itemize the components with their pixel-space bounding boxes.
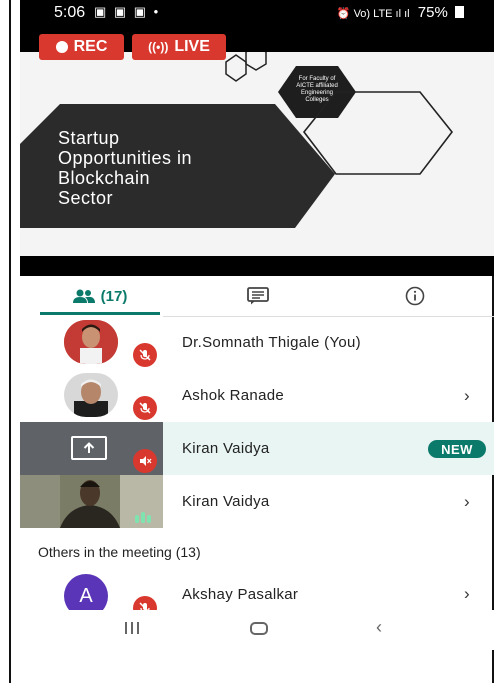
hex-outline-large [302,91,454,175]
badge-line: AICTE affiliated [296,83,338,89]
mic-off-icon [133,396,157,420]
hex-outline-small-2 [245,52,267,71]
live-label: LIVE [174,38,210,55]
tab-info[interactable] [378,276,452,316]
participant-name: Dr.Somnath Thigale (You) [182,334,361,351]
slide-title-line: Opportunities in [58,148,193,168]
tab-bar: (17) [20,276,494,317]
signal-icons: ⏰ Vo) LTE ıl ıl [336,8,410,20]
speaking-indicator-icon [135,511,151,523]
back-icon[interactable]: ‹ [376,617,382,638]
slide-badge-text: For Faculty of AICTE affiliated Engineer… [282,76,352,104]
participant-row[interactable]: Dr.Somnath Thigale (You) [20,316,494,369]
slide-title-line: Blockchain [58,168,151,188]
live-broadcast-icon: ((•)) [148,40,169,54]
people-count: (17) [100,287,128,305]
live-button[interactable]: ((•)) LIVE [132,34,226,60]
participant-row[interactable]: A Akshay Pasalkar › [20,568,494,610]
chat-icon [247,287,269,305]
notification-icons: ▣ ▣ ▣ • [94,4,161,19]
participant-row[interactable]: Kiran Vaidya › [20,475,494,528]
mic-off-icon [133,343,157,367]
slide-title: Startup Opportunities in Blockchain Sect… [58,128,192,208]
status-right: ⏰ Vo) LTE ıl ıl 75% [337,4,464,21]
info-icon [405,286,425,306]
status-time: 5:06 [54,4,86,21]
participant-row-presenting[interactable]: Kiran Vaidya NEW [20,422,494,475]
rec-dot-icon [55,41,68,53]
participant-name: Kiran Vaidya [182,440,270,457]
video-stage[interactable]: REC ((•)) LIVE Startup Opportunities in … [20,28,494,276]
home-icon[interactable] [250,622,268,635]
participant-name: Kiran Vaidya [182,493,270,510]
frame-border-left [9,0,11,683]
status-bar: 5:06 ▣ ▣ ▣ • ⏰ Vo) LTE ıl ıl 75% [20,0,494,28]
avatar [64,373,118,417]
badge-line: Colleges [305,97,329,103]
chevron-right-icon[interactable]: › [464,568,470,610]
hex-outline-small-1 [225,54,247,82]
chevron-right-icon[interactable]: › [464,475,470,528]
avatar-initial: A [64,574,108,610]
others-heading: Others in the meeting (13) [38,544,201,560]
participant-name: Akshay Pasalkar [182,585,299,603]
participant-name: Ashok Ranade [182,387,285,404]
people-icon [72,289,95,303]
battery-percent: 75% [417,4,448,21]
tab-people[interactable]: (17) [40,276,160,316]
mic-off-icon [133,596,157,610]
participant-tile [20,422,163,475]
slide-title-line: Startup [58,128,120,148]
participant-tile [20,316,163,369]
avatar [64,320,118,364]
rec-label: REC [73,38,108,55]
phone-screen: 5:06 ▣ ▣ ▣ • ⏰ Vo) LTE ıl ıl 75% REC ((•… [20,0,494,683]
presentation-slide: Startup Opportunities in Blockchain Sect… [20,52,494,256]
avatar-photo [64,320,118,364]
avatar-photo [64,373,118,417]
android-nav-bar: ‹ [20,610,494,650]
slide-title-line: Sector [58,188,114,208]
mic-off-icon [133,449,157,473]
participant-row[interactable]: Ashok Ranade › [20,369,494,422]
participant-tile [20,475,163,528]
badge-line: For Faculty of [298,76,336,82]
recents-icon[interactable] [125,622,139,634]
participant-tile [20,369,163,422]
tab-people-indicator [40,312,160,315]
tab-chat[interactable] [225,276,291,316]
participant-tile: A [20,568,163,610]
rec-button[interactable]: REC [39,34,124,60]
badge-line: Engineering [300,90,334,96]
new-badge: NEW [428,440,486,458]
present-screen-icon [71,436,107,460]
battery-icon [455,6,464,18]
chevron-right-icon[interactable]: › [464,369,470,422]
